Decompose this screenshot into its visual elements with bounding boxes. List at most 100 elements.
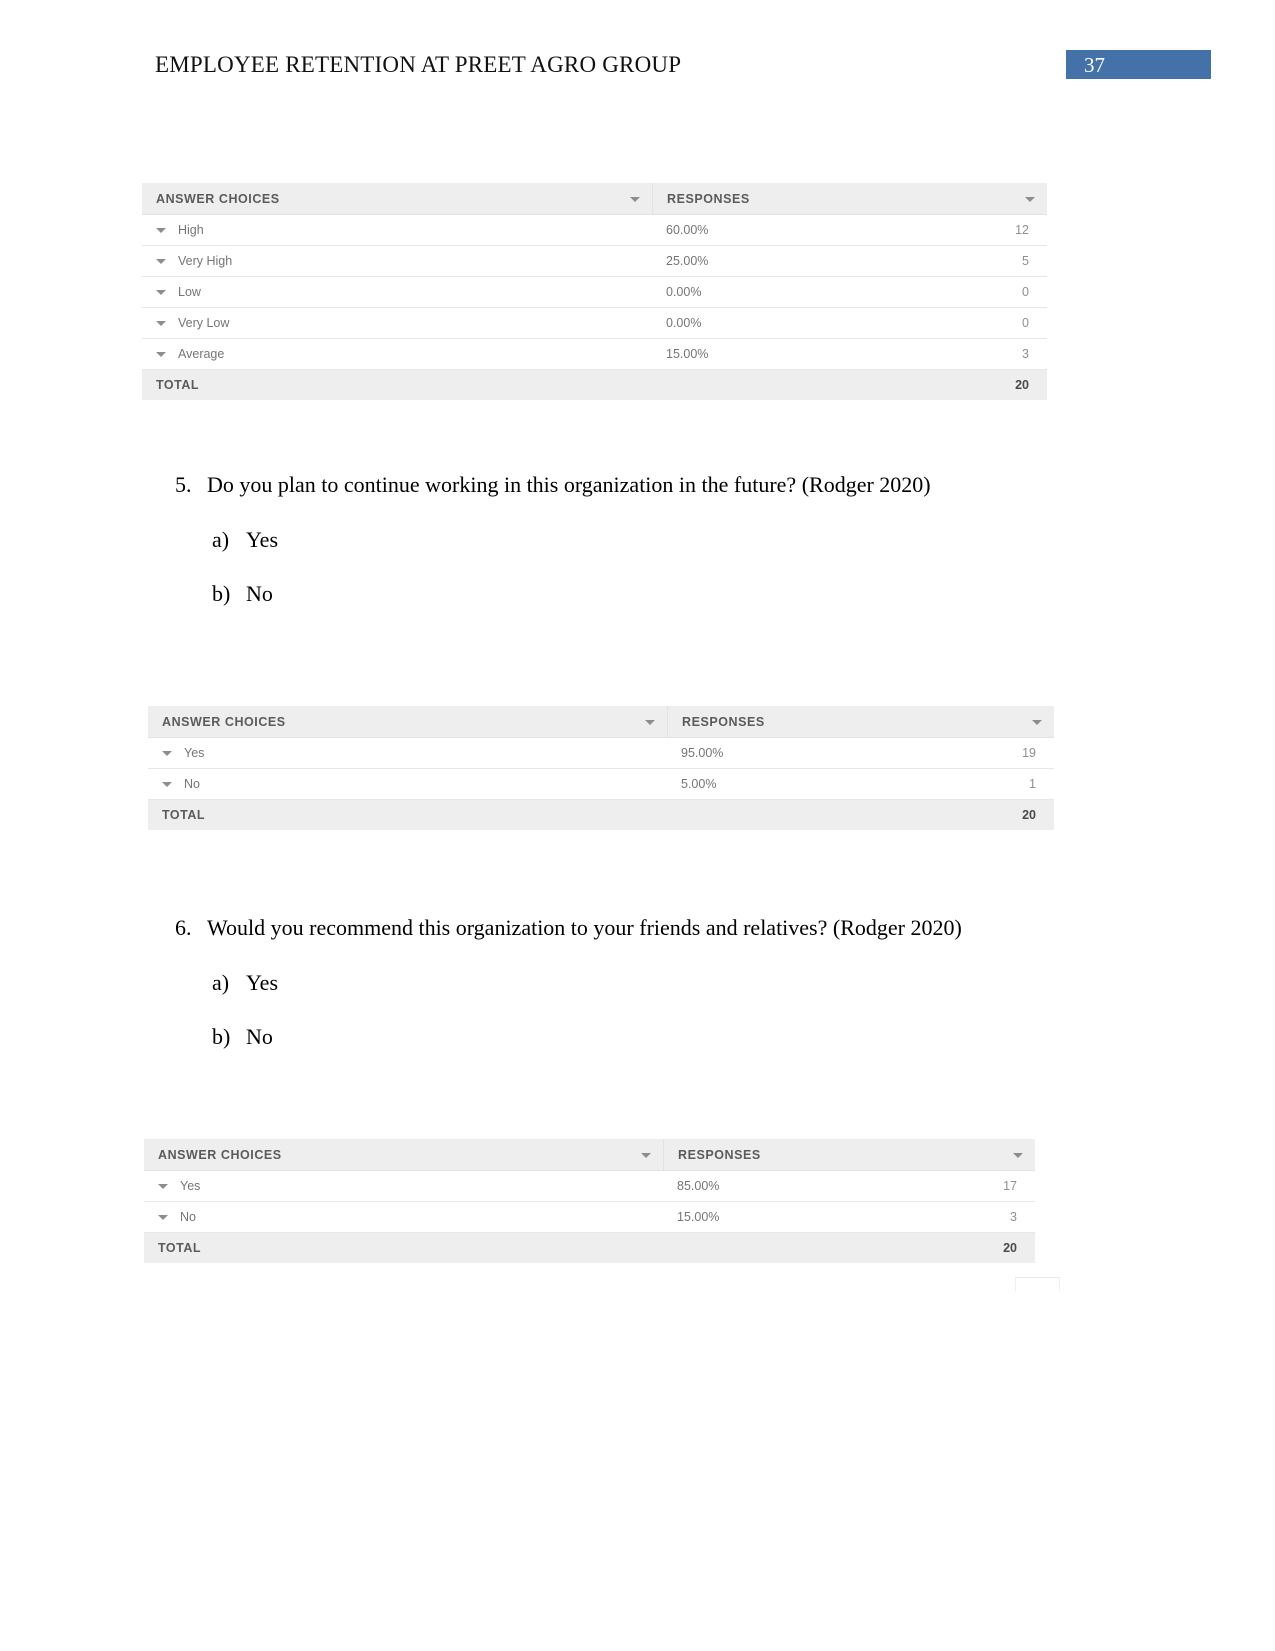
cell-response-percent: 0.00%	[666, 285, 702, 299]
cell-response-count: 5	[1022, 254, 1029, 268]
answer-choice-label: Very High	[178, 254, 233, 268]
cell-response-count: 19	[1022, 746, 1036, 760]
answer-choice-label: Yes	[184, 746, 205, 760]
cell-response-count: 3	[1010, 1210, 1017, 1224]
cell-answer-choice: Very High	[142, 246, 652, 276]
question-5-text: Do you plan to continue working in this …	[207, 472, 931, 497]
table-row: Yes 95.00% 19	[148, 738, 1054, 769]
chevron-down-icon[interactable]	[156, 258, 166, 264]
chevron-down-icon[interactable]	[1013, 1152, 1023, 1158]
column-header-answer-choices[interactable]: ANSWER CHOICES	[144, 1139, 663, 1170]
question-5-option-a: a) Yes	[212, 527, 278, 553]
cell-response-percent: 25.00%	[666, 254, 709, 268]
chevron-down-icon[interactable]	[641, 1152, 651, 1158]
chevron-down-icon[interactable]	[645, 719, 655, 725]
table-row: Low 0.00% 0	[142, 277, 1047, 308]
answer-choice-label: High	[178, 223, 204, 237]
question-6-number: 6.	[175, 915, 192, 940]
table-row: No 15.00% 3	[144, 1202, 1035, 1233]
survey-results-table-1: ANSWER CHOICES RESPONSES High 60.00% 12 …	[142, 183, 1047, 400]
cell-response-percent: 95.00%	[681, 746, 724, 760]
cell-response-percent: 15.00%	[677, 1210, 720, 1224]
column-header-responses-label: RESPONSES	[667, 191, 750, 206]
question-5-number: 5.	[175, 472, 192, 497]
table-row: Average 15.00% 3	[142, 339, 1047, 370]
question-6-option-b: b) No	[212, 1024, 273, 1050]
question-6-text: Would you recommend this organization to…	[207, 915, 962, 940]
cell-response-count: 0	[1022, 316, 1029, 330]
cell-response-percent: 15.00%	[666, 347, 709, 361]
chevron-down-icon[interactable]	[156, 289, 166, 295]
chevron-down-icon[interactable]	[158, 1214, 168, 1220]
cell-response-percent: 85.00%	[677, 1179, 720, 1193]
column-header-answer-choices-label: ANSWER CHOICES	[158, 1147, 282, 1162]
page-header: EMPLOYEE RETENTION AT PREET AGRO GROUP 3…	[0, 50, 1275, 94]
answer-choice-label: Yes	[180, 1179, 201, 1193]
scan-artifact	[1015, 1277, 1060, 1291]
column-header-responses[interactable]: RESPONSES	[652, 183, 1047, 214]
table-header-row: ANSWER CHOICES RESPONSES	[144, 1139, 1035, 1171]
table-total-row: TOTAL 20	[144, 1233, 1035, 1263]
question-6-option-a: a) Yes	[212, 970, 278, 996]
chevron-down-icon[interactable]	[1032, 719, 1042, 725]
cell-answer-choice: Yes	[148, 738, 667, 768]
answer-choice-label: No	[180, 1210, 196, 1224]
column-header-responses-label: RESPONSES	[678, 1147, 761, 1162]
answer-choice-label: Average	[178, 347, 225, 361]
table-row: Very Low 0.00% 0	[142, 308, 1047, 339]
table-total-row: TOTAL 20	[148, 800, 1054, 830]
cell-response-percent: 60.00%	[666, 223, 709, 237]
cell-answer-choice: No	[144, 1202, 663, 1232]
column-header-responses[interactable]: RESPONSES	[663, 1139, 1035, 1170]
document-page: EMPLOYEE RETENTION AT PREET AGRO GROUP 3…	[0, 0, 1275, 1651]
chevron-down-icon[interactable]	[158, 1183, 168, 1189]
answer-choice-label: Very Low	[178, 316, 230, 330]
table-row: Yes 85.00% 17	[144, 1171, 1035, 1202]
question-5-option-b-text: No	[246, 581, 273, 606]
question-6: 6. Would you recommend this organization …	[175, 915, 962, 941]
column-header-responses[interactable]: RESPONSES	[667, 706, 1054, 737]
column-header-answer-choices[interactable]: ANSWER CHOICES	[148, 706, 667, 737]
column-header-answer-choices-label: ANSWER CHOICES	[162, 714, 286, 729]
total-spacer	[652, 370, 952, 400]
total-label: TOTAL	[158, 1241, 202, 1255]
table-header-row: ANSWER CHOICES RESPONSES	[142, 183, 1047, 215]
column-header-responses-label: RESPONSES	[682, 714, 765, 729]
cell-response-percent: 0.00%	[666, 316, 702, 330]
cell-response-count: 1	[1029, 777, 1036, 791]
cell-response-count: 3	[1022, 347, 1029, 361]
chevron-down-icon[interactable]	[1025, 196, 1035, 202]
chevron-down-icon[interactable]	[156, 227, 166, 233]
chevron-down-icon[interactable]	[156, 351, 166, 357]
question-6-option-a-text: Yes	[246, 970, 279, 995]
answer-choice-label: Low	[178, 285, 201, 299]
cell-answer-choice: High	[142, 215, 652, 245]
total-count: 20	[1015, 378, 1029, 392]
cell-response-count: 12	[1015, 223, 1029, 237]
column-header-answer-choices[interactable]: ANSWER CHOICES	[142, 183, 652, 214]
table-row: Very High 25.00% 5	[142, 246, 1047, 277]
cell-answer-choice: Average	[142, 339, 652, 369]
chevron-down-icon[interactable]	[162, 781, 172, 787]
answer-choice-label: No	[184, 777, 200, 791]
cell-answer-choice: Yes	[144, 1171, 663, 1201]
total-count: 20	[1022, 808, 1036, 822]
table-header-row: ANSWER CHOICES RESPONSES	[148, 706, 1054, 738]
chevron-down-icon[interactable]	[156, 320, 166, 326]
question-5-option-a-text: Yes	[246, 527, 279, 552]
chevron-down-icon[interactable]	[162, 750, 172, 756]
total-spacer	[663, 1233, 940, 1263]
cell-answer-choice: Very Low	[142, 308, 652, 338]
cell-response-percent: 5.00%	[681, 777, 717, 791]
total-label: TOTAL	[162, 808, 206, 822]
page-number: 37	[1084, 53, 1105, 77]
question-6-option-b-letter: b)	[212, 1024, 231, 1049]
chevron-down-icon[interactable]	[630, 196, 640, 202]
question-6-option-a-letter: a)	[212, 970, 230, 995]
question-5-option-a-letter: a)	[212, 527, 230, 552]
question-5-option-b-letter: b)	[212, 581, 231, 606]
page-title: EMPLOYEE RETENTION AT PREET AGRO GROUP	[155, 52, 682, 77]
question-5: 5. Do you plan to continue working in thi…	[175, 472, 931, 498]
question-5-option-b: b) No	[212, 581, 273, 607]
cell-response-count: 17	[1003, 1179, 1017, 1193]
